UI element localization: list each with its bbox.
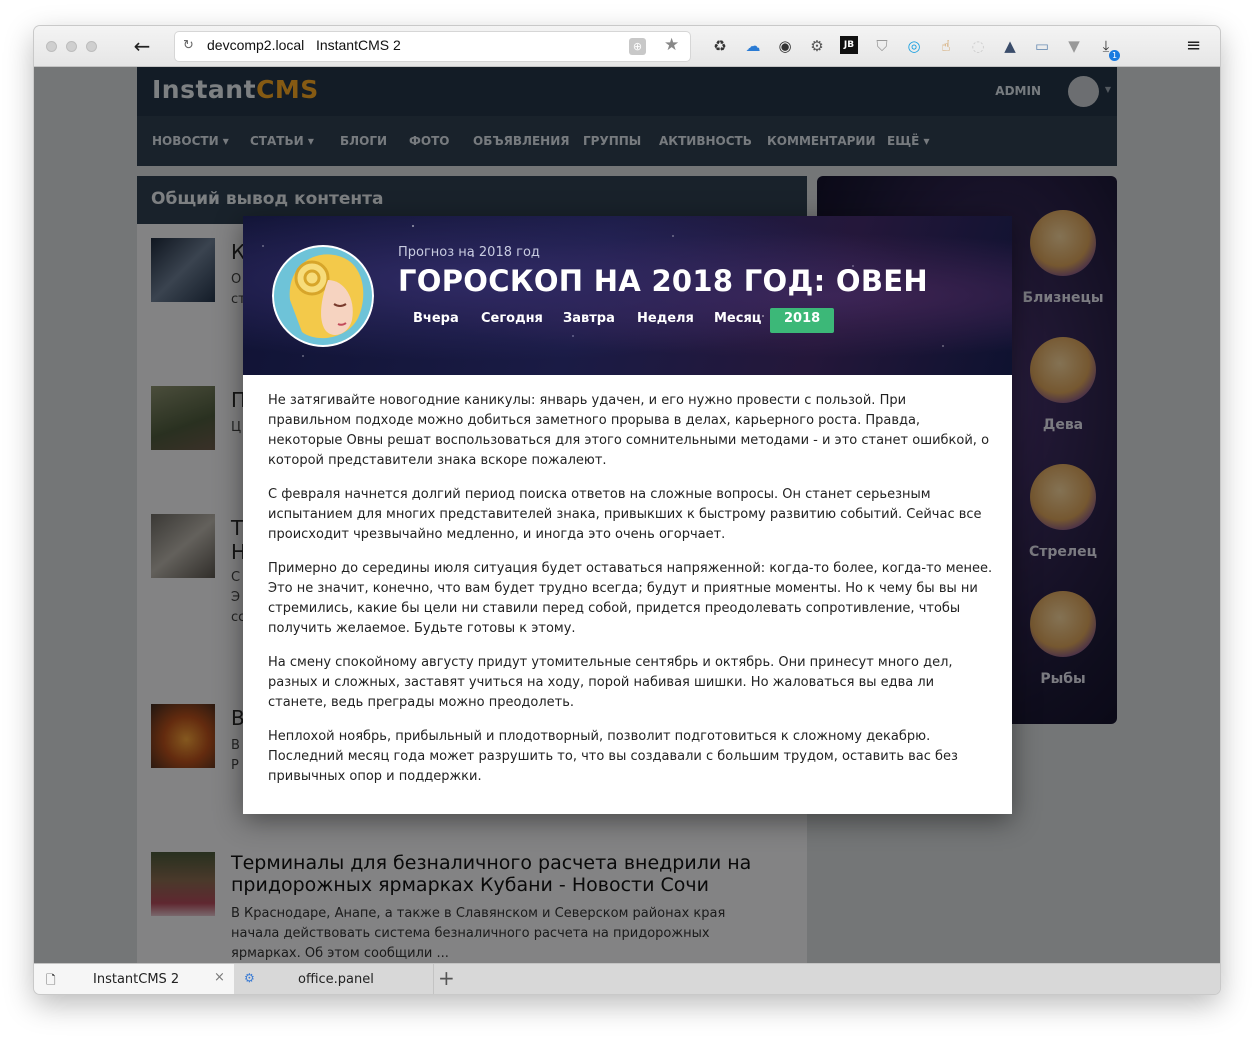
reload-icon[interactable]: ↻ bbox=[183, 38, 194, 53]
minimize-window-button[interactable] bbox=[66, 41, 77, 52]
back-arrow-icon[interactable]: ← bbox=[130, 34, 154, 58]
folder-icon[interactable]: ▭ bbox=[1032, 36, 1052, 56]
translate-icon[interactable]: ⊕ bbox=[629, 38, 646, 55]
tab-2018[interactable]: 2018 bbox=[770, 308, 835, 333]
hand-icon[interactable]: ☝ bbox=[936, 36, 956, 56]
shield-icon[interactable]: ⛉ bbox=[872, 36, 892, 56]
browser-tab-bar: 🗋 InstantCMS 2 × ⚙ office.panel + bbox=[34, 963, 1220, 994]
cloud-icon[interactable]: ☁ bbox=[743, 36, 763, 56]
tab-office-panel[interactable]: ⚙ office.panel bbox=[234, 964, 434, 994]
horoscope-modal: Прогноз на 2018 год ГОРОСКОП НА 2018 ГОД… bbox=[243, 216, 1012, 814]
bookmark-star-icon[interactable]: ★ bbox=[664, 35, 679, 55]
tab-month[interactable]: Месяц bbox=[714, 308, 761, 333]
tab-tomorrow[interactable]: Завтра bbox=[563, 308, 615, 333]
close-icon[interactable]: × bbox=[214, 970, 225, 985]
url-text[interactable]: devcomp2.local InstantCMS 2 bbox=[207, 37, 401, 53]
download-badge: 1 bbox=[1109, 50, 1120, 61]
browser-window: ← ↻ devcomp2.local InstantCMS 2 ⊕ ★ ♻ ☁ … bbox=[34, 26, 1220, 994]
gear-icon[interactable]: ⚙ bbox=[807, 36, 827, 56]
tab-today[interactable]: Сегодня bbox=[481, 308, 543, 333]
new-tab-button[interactable]: + bbox=[438, 966, 455, 990]
tab-yesterday[interactable]: Вчера bbox=[413, 308, 459, 333]
modal-header: Прогноз на 2018 год ГОРОСКОП НА 2018 ГОД… bbox=[243, 216, 1012, 375]
eye-icon[interactable]: ◉ bbox=[775, 36, 795, 56]
v-icon[interactable]: ▼ bbox=[1064, 36, 1084, 56]
modal-title: ГОРОСКОП НА 2018 ГОД: ОВЕН bbox=[398, 264, 928, 298]
tab-week[interactable]: Неделя bbox=[637, 308, 694, 333]
zoom-window-button[interactable] bbox=[86, 41, 97, 52]
forecast-paragraph: Не затягивайте новогодние каникулы: янва… bbox=[268, 393, 990, 468]
forecast-paragraph: На смену спокойному августу придут утоми… bbox=[268, 655, 953, 710]
jb-icon[interactable]: JB bbox=[840, 36, 858, 54]
modal-subtitle: Прогноз на 2018 год bbox=[398, 245, 540, 260]
forecast-paragraph: С февраля начнется долгий период поиска … bbox=[268, 487, 982, 542]
hamburger-menu-icon[interactable]: ≡ bbox=[1186, 35, 1201, 56]
gear-icon: ⚙ bbox=[244, 971, 255, 985]
forecast-paragraph: Неплохой ноябрь, прибыльный и плодотворн… bbox=[268, 729, 958, 784]
blank-icon[interactable]: ◌ bbox=[968, 36, 988, 56]
tab-label: office.panel bbox=[298, 972, 374, 987]
close-window-button[interactable] bbox=[46, 41, 57, 52]
address-bar[interactable]: ↻ devcomp2.local InstantCMS 2 ⊕ ★ bbox=[175, 32, 690, 61]
modal-body: Не затягивайте новогодние каникулы: янва… bbox=[268, 391, 993, 801]
browser-toolbar: ← ↻ devcomp2.local InstantCMS 2 ⊕ ★ ♻ ☁ … bbox=[34, 26, 1220, 67]
sync-icon[interactable]: ▲ bbox=[1000, 36, 1020, 56]
aries-avatar-icon bbox=[272, 245, 374, 347]
circle-eye-icon[interactable]: ◎ bbox=[904, 36, 924, 56]
page-icon: 🗋 bbox=[46, 973, 56, 987]
tab-instantcms[interactable]: 🗋 InstantCMS 2 × bbox=[34, 964, 234, 994]
tab-label: InstantCMS 2 bbox=[93, 972, 180, 987]
page-viewport: InstantCMS ADMIN ▼ НОВОСТИ ▾ СТАТЬИ ▾ БЛ… bbox=[34, 67, 1220, 963]
forecast-paragraph: Примерно до середины июля ситуация будет… bbox=[268, 561, 993, 636]
recycle-icon[interactable]: ♻ bbox=[710, 36, 730, 56]
